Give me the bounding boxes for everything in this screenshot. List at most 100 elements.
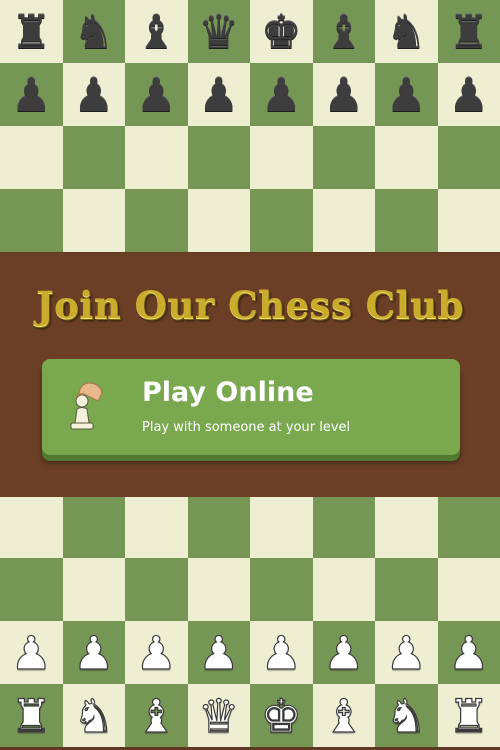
bottom-square bbox=[0, 558, 63, 621]
black-pawn-icon: ♟ bbox=[135, 67, 177, 122]
black-pawn-icon: ♟ bbox=[385, 67, 427, 122]
black-pawn-icon: ♟ bbox=[10, 67, 52, 122]
white-pawn-icon: ♟ bbox=[385, 625, 427, 680]
black-king-icon: ♚ bbox=[260, 4, 302, 59]
white-pawn-icon: ♟ bbox=[323, 625, 365, 680]
black-pawn-icon: ♟ bbox=[323, 67, 365, 122]
bottom-square: ♟ bbox=[312, 621, 375, 684]
bottom-square bbox=[312, 558, 375, 621]
bottom-square: ♜ bbox=[0, 684, 63, 747]
black-pawn-icon: ♟ bbox=[73, 67, 115, 122]
bottom-square bbox=[0, 497, 63, 558]
top-square bbox=[187, 189, 250, 252]
black-pawn-icon: ♟ bbox=[198, 67, 240, 122]
top-square: ♞ bbox=[62, 0, 125, 63]
white-pawn-icon: ♟ bbox=[10, 625, 52, 680]
top-square bbox=[62, 126, 125, 189]
play-online-title: Play Online bbox=[142, 377, 314, 408]
bottom-square bbox=[437, 558, 500, 621]
white-pawn-icon: ♟ bbox=[198, 625, 240, 680]
black-bishop-icon: ♝ bbox=[323, 4, 365, 59]
white-queen-icon: ♛ bbox=[198, 688, 240, 743]
top-square: ♟ bbox=[250, 63, 313, 126]
white-rook-icon: ♜ bbox=[10, 688, 52, 743]
top-square bbox=[125, 189, 188, 252]
bottom-square bbox=[250, 558, 313, 621]
bottom-square bbox=[187, 558, 250, 621]
black-knight-icon: ♞ bbox=[73, 4, 115, 59]
top-square bbox=[125, 126, 188, 189]
top-square bbox=[312, 126, 375, 189]
top-square bbox=[437, 126, 500, 189]
bottom-square bbox=[375, 497, 438, 558]
play-online-subtitle: Play with someone at your level bbox=[142, 420, 351, 435]
hand-holding-pawn-icon bbox=[70, 382, 103, 430]
bottom-square: ♟ bbox=[375, 621, 438, 684]
bottom-square bbox=[187, 497, 250, 558]
bottom-square bbox=[312, 497, 375, 558]
top-square: ♞ bbox=[375, 0, 438, 63]
black-pawn-icon: ♟ bbox=[448, 67, 490, 122]
top-square: ♟ bbox=[187, 63, 250, 126]
bottom-square: ♟ bbox=[437, 621, 500, 684]
bottom-square bbox=[125, 558, 188, 621]
bottom-square: ♟ bbox=[62, 621, 125, 684]
black-knight-icon: ♞ bbox=[385, 4, 427, 59]
bottom-square: ♟ bbox=[250, 621, 313, 684]
black-pawn-icon: ♟ bbox=[260, 67, 302, 122]
top-square: ♜ bbox=[0, 0, 63, 63]
black-rook-icon: ♜ bbox=[448, 4, 490, 59]
bottom-square: ♞ bbox=[375, 684, 438, 747]
white-pawn-icon: ♟ bbox=[73, 625, 115, 680]
top-square bbox=[0, 126, 63, 189]
top-square: ♟ bbox=[437, 63, 500, 126]
top-square: ♟ bbox=[62, 63, 125, 126]
top-square bbox=[312, 189, 375, 252]
top-square: ♟ bbox=[0, 63, 63, 126]
bottom-square: ♚ bbox=[250, 684, 313, 747]
top-square bbox=[437, 189, 500, 252]
top-square: ♛ bbox=[187, 0, 250, 63]
black-rook-icon: ♜ bbox=[10, 4, 52, 59]
board-grid-bottom: ♟ ♟ ♟ ♟ ♟ ♟ ♟ ♟ ♜ ♞ ♝ ♛ ♚ ♝ ♞ ♜ bbox=[0, 497, 500, 747]
white-knight-icon: ♞ bbox=[385, 688, 427, 743]
black-bishop-icon: ♝ bbox=[135, 4, 177, 59]
top-square: ♟ bbox=[312, 63, 375, 126]
bottom-square bbox=[62, 558, 125, 621]
top-square bbox=[0, 189, 63, 252]
promo-banner: Join Our Chess Club Play Online Play wit… bbox=[0, 253, 500, 497]
top-square: ♟ bbox=[125, 63, 188, 126]
bottom-square bbox=[250, 497, 313, 558]
top-square bbox=[250, 189, 313, 252]
bottom-square: ♟ bbox=[125, 621, 188, 684]
chessboard-top: ♜ ♞ ♝ ♛ ♚ ♝ ♞ ♜ ♟ ♟ ♟ ♟ ♟ ♟ ♟ ♟ bbox=[0, 0, 500, 253]
top-square bbox=[187, 126, 250, 189]
top-square: ♚ bbox=[250, 0, 313, 63]
white-rook-icon: ♜ bbox=[448, 688, 490, 743]
bottom-square: ♝ bbox=[125, 684, 188, 747]
bottom-square: ♟ bbox=[187, 621, 250, 684]
top-square bbox=[250, 126, 313, 189]
play-online-button[interactable]: Play Online Play with someone at your le… bbox=[42, 359, 460, 455]
white-pawn-icon: ♟ bbox=[260, 625, 302, 680]
top-square: ♜ bbox=[437, 0, 500, 63]
white-knight-icon: ♞ bbox=[73, 688, 115, 743]
top-square: ♝ bbox=[312, 0, 375, 63]
top-square: ♝ bbox=[125, 0, 188, 63]
chessboard-bottom: ♟ ♟ ♟ ♟ ♟ ♟ ♟ ♟ ♜ ♞ ♝ ♛ ♚ ♝ ♞ ♜ bbox=[0, 497, 500, 750]
white-bishop-icon: ♝ bbox=[323, 688, 365, 743]
bottom-square bbox=[125, 497, 188, 558]
board-grid-top: ♜ ♞ ♝ ♛ ♚ ♝ ♞ ♜ ♟ ♟ ♟ ♟ ♟ ♟ ♟ ♟ bbox=[0, 0, 500, 252]
top-square bbox=[62, 189, 125, 252]
black-queen-icon: ♛ bbox=[198, 4, 240, 59]
bottom-square: ♞ bbox=[62, 684, 125, 747]
white-pawn-icon: ♟ bbox=[135, 625, 177, 680]
bottom-square: ♛ bbox=[187, 684, 250, 747]
top-square: ♟ bbox=[375, 63, 438, 126]
bottom-square: ♜ bbox=[437, 684, 500, 747]
white-bishop-icon: ♝ bbox=[135, 688, 177, 743]
bottom-square bbox=[437, 497, 500, 558]
bottom-square bbox=[62, 497, 125, 558]
bottom-square: ♝ bbox=[312, 684, 375, 747]
top-square bbox=[375, 126, 438, 189]
